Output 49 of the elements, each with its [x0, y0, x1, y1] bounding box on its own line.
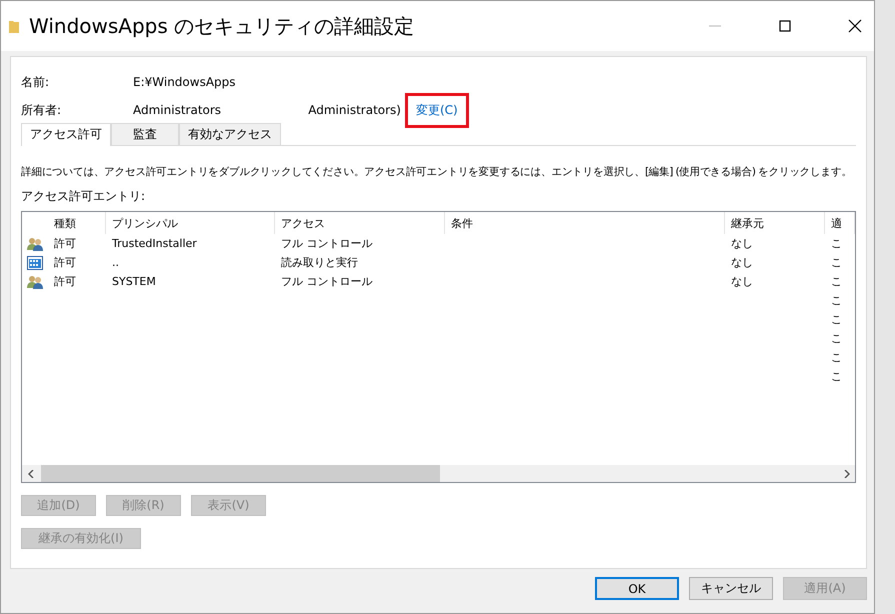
table-cell-text: 許可 [53, 274, 77, 289]
users-icon [27, 274, 43, 288]
window-title: WindowsApps のセキュリティの詳細設定 [29, 12, 416, 40]
tab[interactable]: 監査 [111, 123, 179, 145]
owner-value: Administrators [133, 103, 222, 117]
close-icon[interactable] [848, 19, 862, 33]
table-cell-text: こ [830, 331, 843, 346]
table-cell-text: こ [830, 369, 843, 384]
dialog-button[interactable]: OK [595, 577, 679, 600]
column-header[interactable]: 条件 [445, 212, 725, 234]
table-cell-text: .. [111, 256, 120, 269]
table-cell-text: 許可 [53, 236, 77, 251]
description-text: 詳細については、アクセス許可エントリをダブルクリックしてください。アクセス許可エントリを変更するには、エントリを選択し、[編集] (使用できる場合) をクリックします。 [21, 165, 853, 180]
table-cell-text: フル コントロール [280, 274, 374, 289]
table-cell-text: こ [830, 312, 843, 327]
app-grid-icon [27, 256, 43, 270]
scroll-right-icon[interactable] [844, 470, 850, 478]
column-header[interactable]: アクセス [275, 212, 445, 234]
column-header[interactable]: 適 [825, 212, 855, 234]
users-icon [27, 236, 43, 250]
tab[interactable]: アクセス許可 [21, 123, 111, 146]
name-value: E:¥WindowsApps [133, 75, 236, 89]
table-cell-text: こ [830, 236, 843, 251]
table-cell-text: SYSTEM [111, 275, 157, 288]
maximize-icon[interactable] [778, 19, 792, 33]
column-header[interactable]: プリンシパル [106, 212, 275, 234]
table-cell-text: 許可 [53, 255, 77, 270]
list-label: アクセス許可エントリ: [21, 188, 146, 205]
owner-label: 所有者: [21, 102, 62, 118]
name-label: 名前: [21, 74, 50, 90]
column-header[interactable]: 種類 [48, 212, 106, 234]
table-cell-text: TrustedInstaller [111, 237, 198, 250]
table-cell-text: なし [730, 274, 754, 289]
table-cell-text: なし [730, 255, 754, 270]
owner-full-name: Administrators) [307, 103, 401, 117]
dialog-button[interactable]: キャンセル [689, 577, 773, 600]
table-cell-text: こ [830, 350, 843, 365]
table-cell-text: こ [830, 293, 843, 308]
table-cell-text: フル コントロール [280, 236, 374, 251]
folder-icon [9, 19, 19, 33]
table-cell-text: こ [830, 255, 843, 270]
table-cell-text: 読み取りと実行 [280, 255, 359, 270]
horizontal-scrollbar[interactable] [22, 465, 855, 482]
change-owner-link[interactable]: 変更(C) [405, 92, 469, 128]
tab[interactable]: 有効なアクセス [179, 123, 281, 145]
scroll-left-icon[interactable] [28, 470, 34, 478]
column-header[interactable]: 継承元 [725, 212, 825, 234]
table-cell-text: なし [730, 236, 754, 251]
table-cell-text: こ [830, 274, 843, 289]
